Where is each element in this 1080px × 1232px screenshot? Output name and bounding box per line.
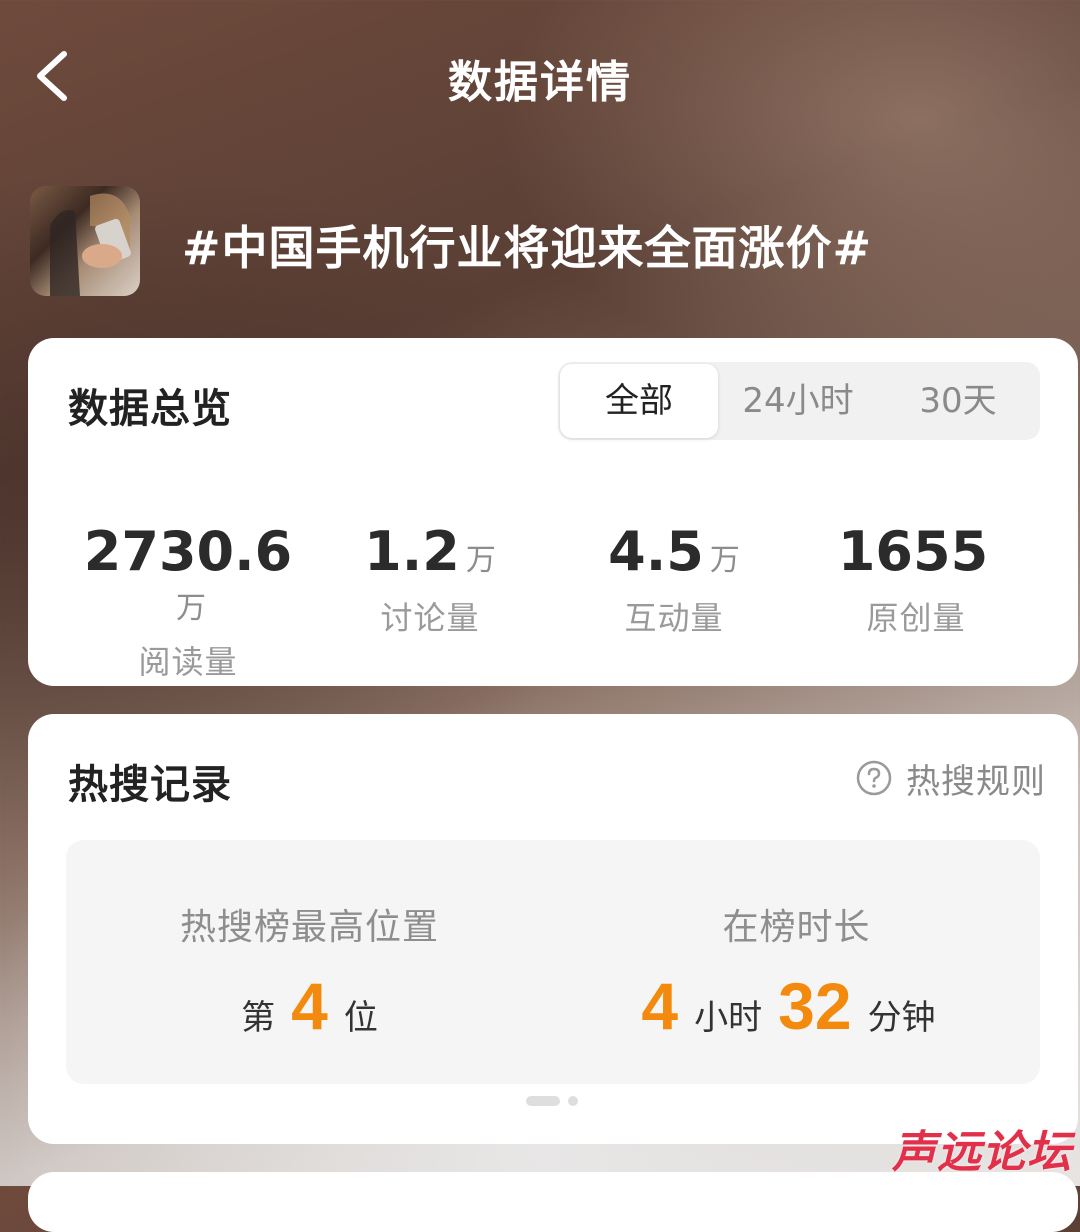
hot-search-rules-link[interactable]: 热搜规则 xyxy=(856,756,1046,802)
stat-label: 原创量 xyxy=(866,599,966,637)
phone-hand-image-icon xyxy=(50,193,131,296)
stat-value: 1655 xyxy=(837,520,989,583)
time-on-list: 在榜时长 4 小时 32 分钟 xyxy=(553,840,1040,1084)
hot-search-stats-panel: 热搜榜最高位置 第 4 位 在榜时长 4 小时 32 分钟 xyxy=(66,840,1040,1084)
stat-unit: 万 xyxy=(709,543,740,578)
stat-originals: 1655 原创量 xyxy=(796,520,1036,639)
watermark-logo: 声远论坛 xyxy=(892,1127,1072,1178)
time-range-tabs: 全部 24小时 30天 xyxy=(558,362,1040,440)
tab-all[interactable]: 全部 xyxy=(560,364,718,438)
time-on-list-label: 在榜时长 xyxy=(722,907,871,948)
stat-value: 1.2 xyxy=(364,520,460,583)
page-title: 数据详情 xyxy=(448,57,632,108)
question-circle-icon xyxy=(856,760,892,796)
hot-search-title: 热搜记录 xyxy=(68,762,232,808)
stat-discussions: 1.2 万 讨论量 xyxy=(310,520,550,639)
data-overview-card: 数据总览 全部 24小时 30天 2730.6万 阅读量 1.2 万 讨论量 4.… xyxy=(28,338,1078,686)
highest-position: 热搜榜最高位置 第 4 位 xyxy=(66,840,553,1084)
hours-unit: 小时 xyxy=(694,998,763,1038)
pager-dot-active xyxy=(526,1096,560,1106)
stat-reads: 2730.6 万 阅读量 xyxy=(68,520,308,683)
stat-label: 阅读量 xyxy=(138,643,238,681)
tab-24h[interactable]: 24小时 xyxy=(718,362,878,440)
pager-dots xyxy=(526,1096,586,1106)
highest-position-label: 热搜榜最高位置 xyxy=(179,907,439,948)
minutes-number: 32 xyxy=(778,969,852,1043)
topic-title: #中国手机行业将迎来全面涨价# xyxy=(182,221,873,275)
minutes-unit: 分钟 xyxy=(867,998,936,1038)
overview-title: 数据总览 xyxy=(68,386,232,432)
stat-interactions: 4.5 万 互动量 xyxy=(554,520,794,639)
pager-dot xyxy=(568,1096,578,1106)
hours-number: 4 xyxy=(641,969,679,1043)
stat-unit: 万 xyxy=(176,591,206,626)
stat-label: 互动量 xyxy=(624,599,724,637)
rule-label: 热搜规则 xyxy=(906,761,1046,802)
highest-position-value: 第 4 位 xyxy=(66,968,553,1044)
topic-header: #中国手机行业将迎来全面涨价# xyxy=(30,186,1050,302)
stat-unit: 万 xyxy=(465,543,496,578)
next-card-peek xyxy=(28,1172,1078,1232)
rank-number: 4 xyxy=(291,969,328,1043)
header: 数据详情 xyxy=(0,0,1080,150)
hot-search-card: 热搜记录 热搜规则 热搜榜最高位置 第 4 位 在榜时长 4 小时 32 分钟 xyxy=(28,714,1078,1144)
tab-30d[interactable]: 30天 xyxy=(878,362,1038,440)
stat-label: 讨论量 xyxy=(380,599,480,637)
topic-thumbnail xyxy=(30,186,140,296)
stat-value: 2730.6 xyxy=(83,520,293,583)
rank-prefix: 第 xyxy=(241,998,276,1038)
time-on-list-value: 4 小时 32 分钟 xyxy=(553,968,1040,1044)
stat-value: 4.5 xyxy=(608,520,704,583)
rank-suffix: 位 xyxy=(343,998,378,1038)
